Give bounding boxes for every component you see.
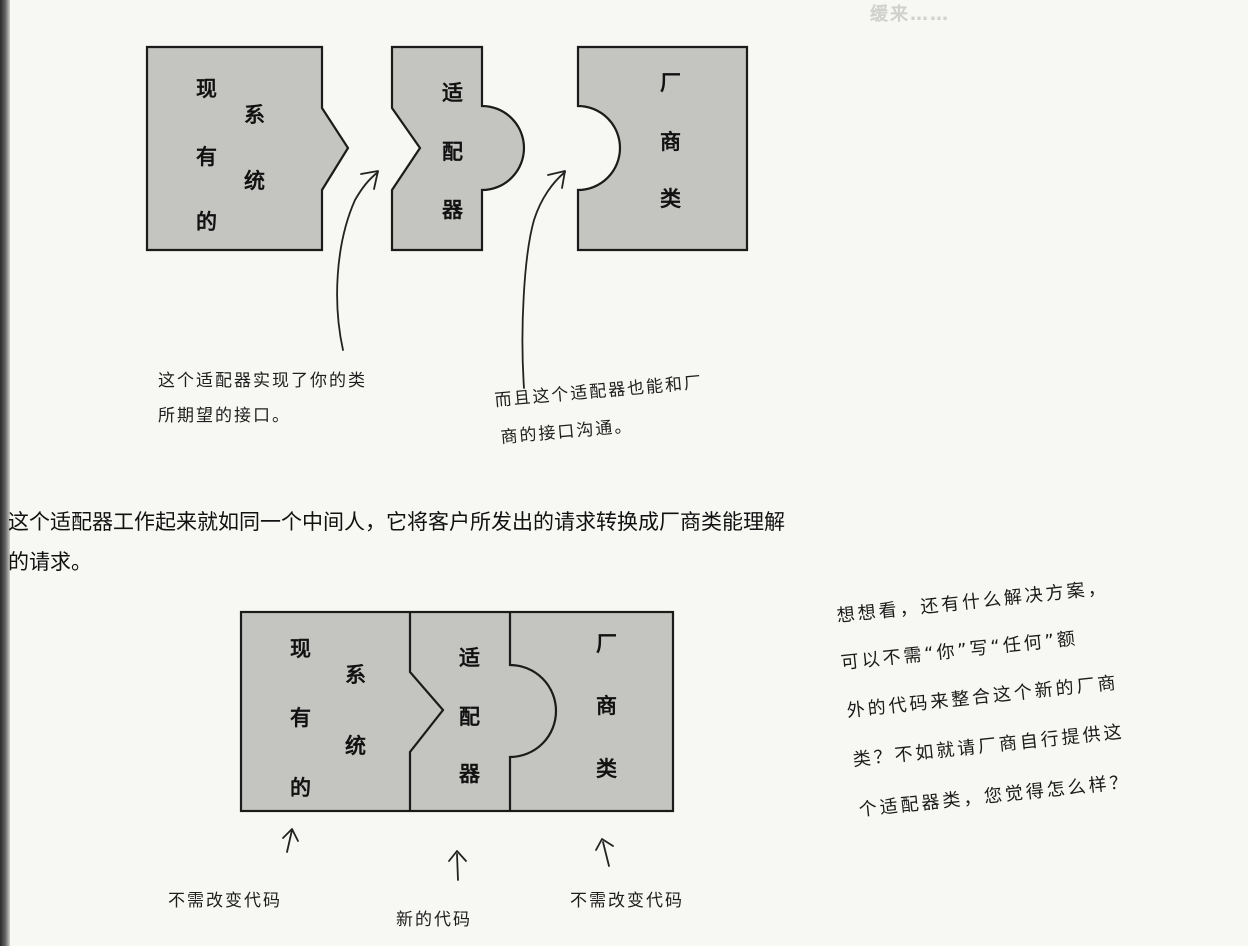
vendor2-label-char-1: 厂 — [596, 631, 617, 656]
existing2-label-char-5: 的 — [290, 775, 311, 800]
arrow-to-adapter-interface — [336, 171, 379, 351]
arrow-vendor-unchanged — [602, 841, 610, 867]
adapter-label-char-3: 器 — [442, 197, 463, 222]
existing2-label-char-4: 统 — [345, 733, 366, 758]
adapter-label-char-2: 配 — [442, 139, 463, 164]
label-new-code: 新的代码 — [396, 910, 472, 930]
paragraph-line-2: 的请求。 — [8, 550, 92, 574]
body-paragraph: 这个适配器工作起来就如同一个中间人，它将客户所发出的请求转换成厂商类能理解 的请… — [8, 502, 1208, 582]
arrow-new-code — [456, 853, 459, 881]
existing2-label-char-3: 有 — [290, 705, 311, 730]
label-existing-no-change: 不需改变代码 — [168, 891, 282, 911]
vendor-label-char-2: 商 — [660, 129, 681, 154]
label-vendor-no-change: 不需改变代码 — [570, 891, 684, 911]
adapter2-label-char-2: 配 — [459, 704, 480, 729]
existing2-label-char-1: 现 — [290, 636, 311, 661]
vendor2-label-char-3: 类 — [596, 756, 617, 781]
existing-label-char-1: 现 — [196, 76, 217, 101]
existing-label-char-4: 统 — [244, 168, 265, 193]
adapter2-label-char-3: 器 — [459, 761, 480, 786]
arrow-to-vendor-interface — [521, 171, 566, 389]
existing-label-char-2: 系 — [244, 102, 265, 127]
paragraph-line-1: 这个适配器工作起来就如同一个中间人，它将客户所发出的请求转换成厂商类能理解 — [8, 510, 785, 534]
adapter-label-char-1: 适 — [442, 80, 463, 105]
adapter-diagrams — [145, 45, 749, 881]
vendor-label-char-1: 厂 — [660, 70, 681, 95]
existing2-label-char-2: 系 — [345, 662, 366, 687]
vendor2-label-char-2: 商 — [596, 693, 617, 718]
existing-label-char-3: 有 — [196, 144, 217, 169]
existing-system-piece — [145, 45, 350, 252]
caption-adapter-implements-line-2: 所期望的接口。 — [158, 406, 291, 426]
vendor-label-char-3: 类 — [660, 186, 681, 211]
adapter2-label-char-1: 适 — [459, 645, 480, 670]
caption-adapter-implements-line-1: 这个适配器实现了你的类 — [158, 371, 367, 391]
existing-label-char-5: 的 — [196, 209, 217, 234]
